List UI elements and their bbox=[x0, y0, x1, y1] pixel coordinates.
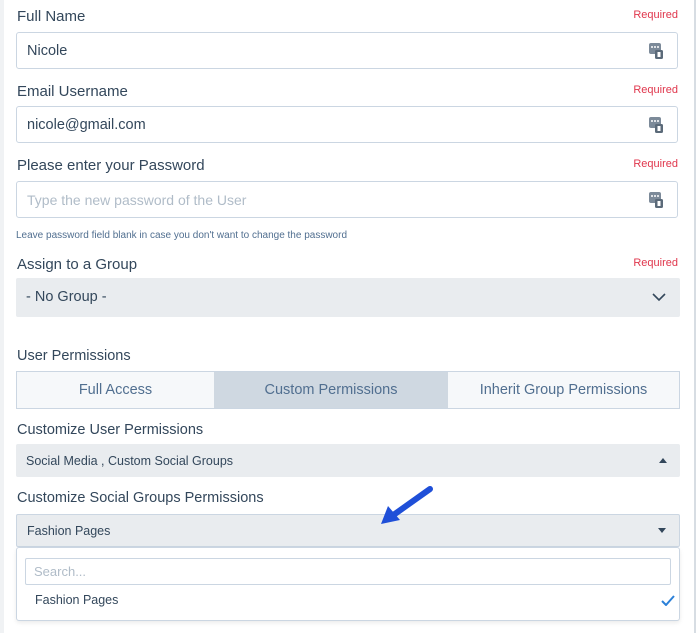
full-name-value: Nicole bbox=[27, 43, 68, 59]
tab-inherit-group-permissions[interactable]: Inherit Group Permissions bbox=[448, 372, 679, 408]
key-card-icon[interactable] bbox=[649, 192, 663, 208]
group-value: - No Group - bbox=[26, 289, 107, 305]
blue-arrow-annotation bbox=[381, 486, 433, 524]
tab-full-access[interactable]: Full Access bbox=[17, 372, 214, 408]
dropdown-search-input[interactable]: Search... bbox=[25, 558, 671, 585]
customize-social-groups-value: Fashion Pages bbox=[27, 524, 111, 538]
left-edge bbox=[0, 0, 4, 633]
group-required: Required bbox=[633, 257, 678, 269]
social-groups-dropdown: Search... Fashion Pages bbox=[16, 547, 680, 621]
email-label: Email Username bbox=[17, 83, 128, 100]
group-label: Assign to a Group bbox=[17, 256, 138, 273]
caret-down-icon[interactable] bbox=[658, 528, 666, 533]
user-permissions-label: User Permissions bbox=[17, 348, 131, 364]
email-required: Required bbox=[633, 84, 678, 96]
email-value: nicole@gmail.com bbox=[27, 117, 146, 133]
customize-user-permissions-label: Customize User Permissions bbox=[17, 422, 204, 438]
password-required: Required bbox=[633, 158, 678, 170]
dropdown-search-placeholder: Search... bbox=[34, 564, 87, 579]
customize-user-permissions-select[interactable]: Social Media , Custom Social Groups bbox=[16, 444, 680, 477]
password-label: Please enter your Password bbox=[17, 157, 205, 174]
chevron-down-icon[interactable] bbox=[652, 293, 666, 302]
full-name-input[interactable]: Nicole bbox=[16, 32, 678, 69]
email-input[interactable]: nicole@gmail.com bbox=[16, 106, 678, 143]
full-name-label: Full Name bbox=[17, 8, 86, 25]
customize-social-groups-label: Customize Social Groups Permissions bbox=[17, 490, 264, 506]
password-input[interactable]: Type the new password of the User bbox=[16, 181, 678, 218]
customize-social-groups-select[interactable]: Fashion Pages bbox=[16, 514, 680, 547]
customize-user-permissions-value: Social Media , Custom Social Groups bbox=[26, 454, 234, 468]
permission-tabs: Full Access Custom Permissions Inherit G… bbox=[16, 371, 680, 409]
full-name-required: Required bbox=[633, 9, 678, 21]
user-form-panel: Full Name Required Nicole Email Username… bbox=[0, 0, 696, 633]
check-icon bbox=[661, 595, 675, 606]
group-select[interactable]: - No Group - bbox=[16, 278, 680, 317]
password-hint: Leave password field blank in case you d… bbox=[16, 230, 348, 241]
password-placeholder: Type the new password of the User bbox=[27, 192, 247, 208]
dropdown-option-fashion-pages[interactable]: Fashion Pages bbox=[35, 593, 118, 607]
key-card-icon[interactable] bbox=[649, 117, 663, 133]
caret-up-icon[interactable] bbox=[659, 458, 667, 463]
tab-custom-permissions[interactable]: Custom Permissions bbox=[214, 372, 448, 408]
key-card-icon[interactable] bbox=[649, 43, 663, 59]
